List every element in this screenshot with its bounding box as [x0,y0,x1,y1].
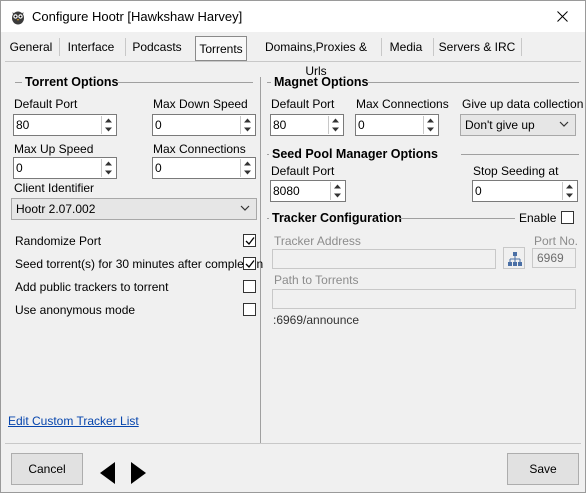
anonymous-mode-checkbox[interactable] [243,303,256,316]
default-port-spinner[interactable]: 80 [13,114,117,136]
spin-up-icon[interactable] [241,116,254,125]
give-up-label: Give up data collection [462,97,584,111]
max-up-speed-spinner[interactable]: 0 [13,157,117,179]
spin-up-icon[interactable] [329,116,342,125]
stop-seeding-label: Stop Seeding at [473,164,559,178]
previous-button[interactable] [93,458,121,488]
magnet-options-heading: Magnet Options [271,75,372,89]
tab-divider [5,61,581,62]
tracker-address-input[interactable] [272,249,496,269]
spin-down-icon[interactable] [102,125,115,134]
magnet-default-port-value: 80 [273,118,287,132]
client-identifier-value: Hootr 2.07.002 [16,202,96,216]
chevron-down-icon [240,205,250,211]
max-connections-label: Max Connections [153,142,246,156]
seed-pool-heading: Seed Pool Manager Options [269,147,441,161]
close-button[interactable] [541,3,585,31]
spin-down-icon[interactable] [102,168,115,177]
owl-app-icon [10,9,26,25]
seed-default-port-value: 8080 [273,184,300,198]
tab-domains-proxies-urls[interactable]: Domains,Proxies & Urls [255,35,377,78]
tracker-address-label: Tracker Address [274,234,361,248]
tab-general[interactable]: General [5,35,57,59]
checkmark-icon [245,237,255,245]
seed-default-port-label: Default Port [271,164,335,178]
window-title: Configure Hootr [Hawkshaw Harvey] [32,9,243,24]
max-down-speed-label: Max Down Speed [153,97,248,111]
configure-window: Configure Hootr [Hawkshaw Harvey] Genera… [0,0,586,493]
next-button[interactable] [125,458,153,488]
max-down-speed-spinner[interactable]: 0 [152,114,256,136]
max-down-speed-value: 0 [155,118,162,132]
spin-down-icon[interactable] [331,191,344,200]
network-tree-icon[interactable] [503,247,525,269]
default-port-label: Default Port [14,97,78,111]
add-public-trackers-label: Add public trackers to torrent [15,280,169,294]
max-up-speed-label: Max Up Speed [14,142,94,156]
port-number-value: 6969 [537,251,564,265]
spin-down-icon[interactable] [563,191,576,200]
anonymous-mode-label: Use anonymous mode [15,303,136,317]
spin-down-icon[interactable] [424,125,437,134]
seed-default-port-spinner[interactable]: 8080 [270,180,346,202]
port-number-label: Port No. [534,234,579,248]
announce-url-text: :6969/announce [273,313,360,327]
max-up-speed-value: 0 [16,161,23,175]
spin-down-icon[interactable] [241,168,254,177]
spin-up-icon[interactable] [102,116,115,125]
path-to-torrents-input[interactable] [272,289,576,309]
tracker-config-heading: Tracker Configuration [269,211,405,225]
seed-torrents-checkbox[interactable] [243,257,256,270]
tab-media[interactable]: Media [385,35,427,59]
client-identifier-select[interactable]: Hootr 2.07.002 [11,198,257,220]
edit-custom-tracker-list-link[interactable]: Edit Custom Tracker List [8,414,139,428]
arrow-right-icon [131,462,146,484]
tab-podcasts[interactable]: Podcasts [129,35,185,59]
checkmark-icon [245,260,255,268]
default-port-value: 80 [16,118,30,132]
max-connections-value: 0 [155,161,162,175]
magnet-max-connections-value: 0 [358,118,365,132]
cancel-button[interactable]: Cancel [11,453,83,485]
title-bar: Configure Hootr [Hawkshaw Harvey] [1,1,585,32]
spin-up-icon[interactable] [102,159,115,168]
spin-up-icon[interactable] [241,159,254,168]
client-identifier-label: Client Identifier [14,181,95,195]
port-number-input[interactable]: 6969 [532,248,576,268]
magnet-max-connections-spinner[interactable]: 0 [355,114,439,136]
add-public-trackers-checkbox[interactable] [243,280,256,293]
magnet-default-port-label: Default Port [271,97,335,111]
tab-torrents[interactable]: Torrents [195,36,247,61]
path-to-torrents-label: Path to Torrents [274,273,359,287]
save-button[interactable]: Save [507,453,579,485]
magnet-max-connections-label: Max Connections [356,97,449,111]
max-connections-spinner[interactable]: 0 [152,157,256,179]
tracker-enable-label: Enable [519,211,557,225]
give-up-value: Don't give up [465,118,535,132]
spin-down-icon[interactable] [329,125,342,134]
spin-up-icon[interactable] [331,182,344,191]
chevron-down-icon [559,121,569,127]
torrent-options-heading: Torrent Options [22,75,122,89]
randomize-port-checkbox[interactable] [243,234,256,247]
stop-seeding-spinner[interactable]: 0 [472,180,578,202]
magnet-default-port-spinner[interactable]: 80 [270,114,344,136]
seed-torrents-label: Seed torrent(s) for 30 minutes after com… [15,257,264,271]
tab-bar: General Interface Podcasts Torrents Doma… [1,32,585,78]
randomize-port-label: Randomize Port [15,234,102,248]
tab-interface[interactable]: Interface [63,35,119,59]
tracker-enable-checkbox[interactable] [561,211,574,224]
close-icon [557,11,568,22]
arrow-left-icon [100,462,115,484]
spin-down-icon[interactable] [241,125,254,134]
tab-servers-irc[interactable]: Servers & IRC [437,35,517,59]
spin-up-icon[interactable] [424,116,437,125]
stop-seeding-value: 0 [475,184,482,198]
spin-up-icon[interactable] [563,182,576,191]
give-up-select[interactable]: Don't give up [460,114,576,136]
